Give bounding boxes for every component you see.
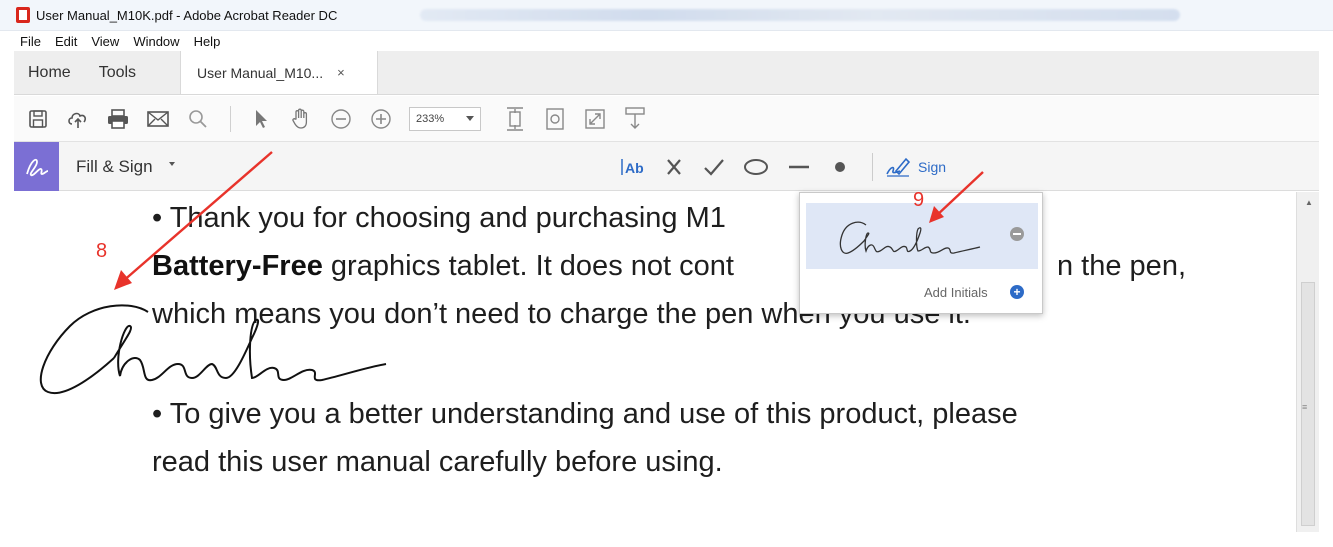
paragraph-text: To give you a better understanding and u…: [169, 398, 1018, 430]
fit-page-icon[interactable]: [503, 106, 527, 131]
bold-term: Battery-Free: [152, 250, 323, 282]
circle-tool-icon[interactable]: [742, 155, 770, 179]
saved-signature-item[interactable]: [806, 203, 1038, 269]
fill-sign-menu[interactable]: Fill & Sign: [76, 157, 153, 177]
line-tool-icon[interactable]: [786, 155, 812, 179]
check-mark-icon[interactable]: [702, 155, 726, 179]
main-toolbar: 233%: [14, 96, 1319, 142]
add-circle-icon[interactable]: +: [1010, 285, 1024, 299]
chevron-down-icon: [466, 116, 474, 121]
tab-tools[interactable]: Tools: [85, 51, 150, 94]
annotation-step-9: 9: [913, 189, 925, 211]
cloud-upload-icon[interactable]: [66, 107, 90, 131]
tab-document[interactable]: User Manual_M10... ×: [180, 51, 379, 94]
paragraph-text: Thank you for choosing and purchasing M1: [169, 202, 726, 234]
cross-mark-icon[interactable]: [664, 155, 684, 179]
zoom-out-icon[interactable]: [329, 107, 353, 131]
tab-bar: Home Tools User Manual_M10... ×: [14, 51, 1319, 95]
document-paragraph-1: • Thank you for choosing and purchasing …: [152, 202, 726, 235]
menu-file[interactable]: File: [20, 34, 41, 49]
paragraph-text: graphics tablet. It does not cont: [330, 250, 734, 282]
print-icon[interactable]: [106, 107, 130, 131]
dot-tool-icon[interactable]: [832, 155, 848, 179]
hand-icon[interactable]: [289, 107, 313, 131]
save-icon[interactable]: [26, 107, 50, 131]
window-title: User Manual_M10K.pdf - Adobe Acrobat Rea…: [36, 7, 338, 23]
search-icon[interactable]: [186, 107, 210, 131]
document-paragraph-4: • To give you a better understanding and…: [152, 398, 1018, 431]
select-arrow-icon[interactable]: [249, 107, 273, 131]
menu-bar: File Edit View Window Help: [0, 31, 1333, 51]
chevron-down-icon: [169, 162, 175, 166]
document-paragraph-2: Battery-Free graphics tablet. It does no…: [152, 250, 734, 283]
zoom-level-value: 233%: [416, 112, 445, 125]
placed-signature[interactable]: [30, 298, 400, 402]
pen-sign-icon: [886, 157, 911, 177]
fill-and-sign-toolbar: Fill & Sign Ab Sign: [14, 142, 1319, 191]
comment-stamp-icon[interactable]: [623, 106, 647, 131]
close-tab-icon[interactable]: ×: [337, 65, 345, 80]
menu-view[interactable]: View: [91, 34, 119, 49]
sign-button-label: Sign: [918, 159, 947, 175]
email-icon[interactable]: [146, 107, 170, 131]
fill-sign-mode-icon[interactable]: [14, 142, 59, 191]
text-tool-icon[interactable]: Ab: [620, 155, 648, 179]
zoom-in-icon[interactable]: [369, 107, 393, 131]
bullet: •: [152, 398, 163, 430]
scroll-up-icon[interactable]: ▲: [1305, 198, 1313, 207]
menu-edit[interactable]: Edit: [55, 34, 77, 49]
tab-home[interactable]: Home: [14, 51, 85, 94]
toolbar-divider: [872, 153, 873, 181]
toolbar-divider: [230, 105, 231, 132]
annotation-step-8: 8: [96, 240, 108, 262]
menu-help[interactable]: Help: [194, 34, 221, 49]
add-initials-label[interactable]: Add Initials: [924, 285, 988, 300]
acrobat-pdf-icon: [16, 7, 30, 23]
vertical-scrollbar[interactable]: ▲ ≡: [1296, 192, 1319, 532]
document-paragraph-5: read this user manual carefully before u…: [152, 446, 723, 478]
zoom-level-select[interactable]: 233%: [409, 106, 481, 131]
tab-document-label: User Manual_M10...: [197, 64, 324, 81]
scrollbar-grip-icon: ≡: [1302, 402, 1308, 412]
blurred-title-region: [420, 9, 1180, 21]
text-tool-label: Ab: [625, 160, 644, 176]
remove-signature-icon[interactable]: [1010, 227, 1024, 241]
saved-signature-thumbnail: [839, 221, 981, 254]
menu-window[interactable]: Window: [133, 34, 179, 49]
title-bar: User Manual_M10K.pdf - Adobe Acrobat Rea…: [0, 0, 1333, 31]
rotate-icon[interactable]: [543, 107, 567, 131]
document-paragraph-2-tail: n the pen,: [1057, 250, 1186, 282]
full-screen-icon[interactable]: [583, 107, 607, 131]
bullet: •: [152, 202, 163, 234]
sign-button[interactable]: Sign: [884, 154, 946, 180]
